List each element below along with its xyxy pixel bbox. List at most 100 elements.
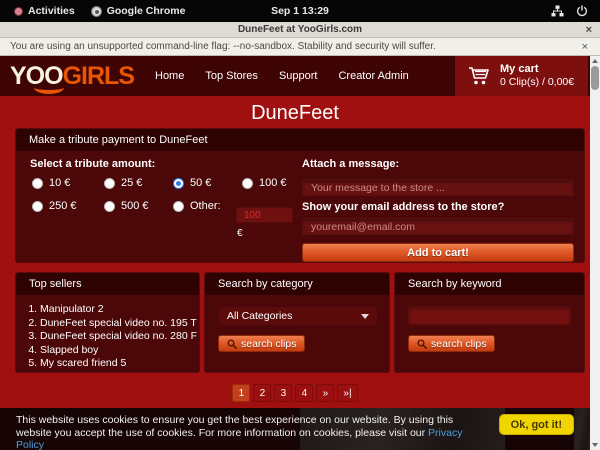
radio-label: 10 € (49, 177, 70, 189)
search-keyword-panel: Search by keyword search clips (394, 272, 585, 373)
category-select[interactable]: All Categories (218, 306, 378, 326)
search-keyword-header: Search by keyword (395, 273, 584, 295)
app-menu-button[interactable]: Google Chrome (83, 0, 194, 22)
top-sellers-panel: Top sellers Manipulator 2 DuneFeet speci… (15, 272, 200, 373)
radio-label: 250 € (49, 200, 77, 212)
search-clips-category-button[interactable]: search clips (218, 335, 305, 352)
message-label: Attach a message: (302, 158, 399, 170)
top-seller-item[interactable]: DuneFeet special video no. 195 T (40, 317, 199, 331)
logo-text-girls: GIRLS (63, 62, 134, 90)
amount-label: Select a tribute amount: (30, 158, 155, 170)
radio-amount-50-selected[interactable]: 50 € (173, 177, 211, 189)
radio-amount-10[interactable]: 10 € (32, 177, 70, 189)
search-clips-label: search clips (431, 338, 486, 350)
radio-label: 50 € (190, 177, 211, 189)
message-input[interactable] (302, 179, 574, 196)
email-label: Show your email address to the store? (302, 201, 504, 213)
site-header: YOOGIRLS Home Top Stores Support Creator… (0, 56, 590, 96)
sandbox-warning-infobar: You are using an unsupported command-lin… (0, 38, 600, 56)
chrome-icon (91, 6, 102, 17)
radio-icon (32, 201, 43, 212)
cart-title: My cart (500, 63, 574, 76)
main-nav: Home Top Stores Support Creator Admin (155, 56, 409, 96)
cart-icon (467, 65, 491, 87)
radio-icon (173, 201, 184, 212)
search-category-panel: Search by category All Categories search… (204, 272, 390, 373)
radio-icon (32, 178, 43, 189)
radio-label: 25 € (121, 177, 142, 189)
add-to-cart-button[interactable]: Add to cart! (302, 243, 574, 262)
radio-amount-25[interactable]: 25 € (104, 177, 142, 189)
radio-icon (104, 201, 115, 212)
chevron-down-icon (361, 314, 369, 319)
cookie-consent-bar: This website uses cookies to ensure you … (0, 408, 590, 450)
top-sellers-header: Top sellers (16, 273, 199, 295)
nav-item-creator-admin[interactable]: Creator Admin (338, 70, 408, 82)
nav-item-support[interactable]: Support (279, 70, 318, 82)
top-seller-item[interactable]: My scared friend 5 (40, 357, 199, 371)
scrollbar-thumb[interactable] (591, 66, 599, 90)
radio-icon (242, 178, 253, 189)
site-logo[interactable]: YOOGIRLS (10, 61, 134, 91)
radio-amount-100[interactable]: 100 € (242, 177, 287, 189)
email-input[interactable] (302, 218, 574, 235)
screen: Activities Google Chrome Sep 1 13:29 Dun… (0, 0, 600, 450)
webpage: YOOGIRLS Home Top Stores Support Creator… (0, 56, 590, 450)
radio-checked-icon (173, 178, 184, 189)
radio-amount-500[interactable]: 500 € (104, 200, 149, 212)
system-top-bar: Activities Google Chrome Sep 1 13:29 (0, 0, 600, 22)
logo-smile-icon (34, 81, 64, 94)
radio-amount-250[interactable]: 250 € (32, 200, 77, 212)
cookie-text: This website uses cookies to ensure you … (16, 414, 478, 450)
nav-item-home[interactable]: Home (155, 70, 184, 82)
cookie-message: This website uses cookies to ensure you … (16, 414, 453, 439)
page-button-1[interactable]: 1 (232, 384, 250, 402)
radio-label: Other: (190, 200, 221, 212)
page-button-last[interactable]: »| (337, 384, 357, 402)
search-icon (417, 339, 427, 349)
infobar-close-icon[interactable]: × (582, 41, 588, 53)
search-icon (227, 339, 237, 349)
browser-viewport: YOOGIRLS Home Top Stores Support Creator… (0, 56, 600, 450)
search-clips-keyword-button[interactable]: search clips (408, 335, 495, 352)
cart-summary: 0 Clip(s) / 0,00€ (500, 76, 574, 89)
search-category-header: Search by category (205, 273, 389, 295)
cookie-accept-button[interactable]: Ok, got it! (499, 414, 574, 435)
window-titlebar: DuneFeet at YooGirls.com × (0, 22, 600, 38)
radio-icon (104, 178, 115, 189)
top-seller-item[interactable]: DuneFeet special video no. 280 F (40, 330, 199, 344)
other-amount-input[interactable] (236, 207, 293, 223)
activities-label: Activities (28, 5, 75, 17)
page-title: DuneFeet (0, 102, 590, 125)
tribute-panel-header: Make a tribute payment to DuneFeet (16, 129, 584, 151)
category-selected-value: All Categories (227, 310, 292, 322)
power-icon[interactable] (576, 5, 588, 17)
top-seller-item[interactable]: Manipulator 2 (40, 303, 199, 317)
vertical-scrollbar[interactable] (590, 56, 600, 450)
page-button-4[interactable]: 4 (295, 384, 313, 402)
nav-item-top-stores[interactable]: Top Stores (205, 70, 258, 82)
sandbox-warning-text: You are using an unsupported command-lin… (0, 41, 436, 52)
keyword-input[interactable] (408, 306, 571, 325)
top-sellers-list: Manipulator 2 DuneFeet special video no.… (40, 303, 199, 371)
my-cart-button[interactable]: My cart 0 Clip(s) / 0,00€ (455, 56, 588, 96)
search-clips-label: search clips (241, 338, 296, 350)
activities-button[interactable]: Activities (6, 0, 83, 22)
scroll-down-icon[interactable] (590, 440, 600, 450)
page-button-2[interactable]: 2 (253, 384, 271, 402)
page-button-3[interactable]: 3 (274, 384, 292, 402)
scroll-up-icon[interactable] (590, 56, 600, 66)
top-seller-item[interactable]: Slapped boy (40, 344, 199, 358)
tribute-panel: Make a tribute payment to DuneFeet Selec… (15, 128, 585, 263)
page-button-next[interactable]: » (316, 384, 334, 402)
currency-label: € (237, 228, 243, 239)
window-title: DuneFeet at YooGirls.com (238, 24, 362, 35)
radio-amount-other[interactable]: Other: (173, 200, 221, 212)
app-menu-label: Google Chrome (107, 5, 186, 17)
radio-label: 500 € (121, 200, 149, 212)
pagination: 1 2 3 4 » »| (0, 384, 590, 402)
radio-label: 100 € (259, 177, 287, 189)
network-icon[interactable] (551, 5, 564, 17)
activities-icon (14, 7, 23, 16)
window-close-icon[interactable]: × (586, 22, 592, 38)
